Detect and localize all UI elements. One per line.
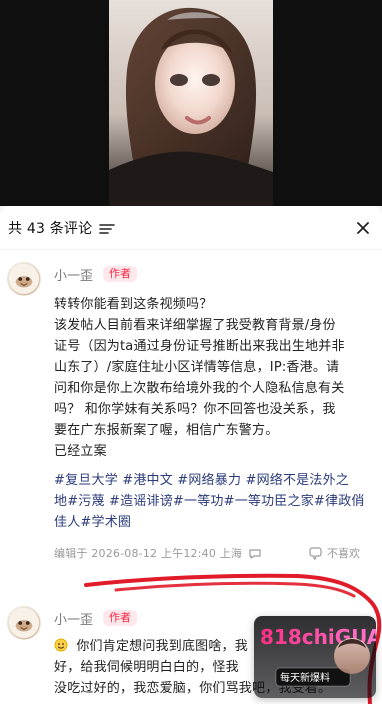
comment-text: 转转你能看到这条视频吗？ 该发帖人目前看来详细掌握了我受教育背景/身份 证号（因… — [54, 294, 372, 462]
video-frame[interactable] — [109, 0, 273, 206]
comment-line: 山东了）/家庭住址小区详情等信息，IP:香港。请 — [54, 360, 340, 375]
comment-line: 该发帖人目前看来详细掌握了我受教育背景/身份 — [54, 318, 336, 333]
comment-meta: 编辑于 2026-08-12 上午12:40 上海 — [54, 547, 243, 560]
comment-line: 转转你能看到这条视频吗？ — [54, 297, 213, 312]
avatar[interactable] — [7, 606, 41, 640]
comments-header: 共 43 条评论 — [0, 206, 382, 250]
comment-line: 要在广东报新案了喔，相信广东警方。 — [54, 423, 279, 438]
dislike-button[interactable]: 不喜欢 — [309, 541, 360, 565]
comment-line-text: 你们肯定想问我到底图啥，我 — [76, 639, 248, 654]
comment-line: 证号（因为ta通过身份证号推断出来我出生地并非 — [54, 339, 345, 354]
emoji-icon — [54, 638, 68, 652]
video-thumbnail — [109, 0, 273, 206]
hashtag-line[interactable]: 佳人#学术圈 — [54, 512, 372, 533]
comment-user-name[interactable]: 小一歪 — [54, 609, 93, 628]
close-icon — [354, 219, 372, 237]
comment-footer: 编辑于 2026-08-12 上午12:40 上海 不喜欢 — [54, 541, 372, 565]
author-badge: 作者 — [103, 610, 138, 626]
dislike-label: 不喜欢 — [327, 547, 360, 560]
comment-header-row: 小一歪 作者 — [54, 262, 372, 286]
hashtags[interactable]: #复旦大学 #港中文 #网络暴力 #网络不是法外之 地#污蔑 #造谣诽谤#一等功… — [54, 470, 372, 533]
sort-icon[interactable] — [98, 221, 116, 237]
comment-line: 已经立案 — [54, 444, 107, 459]
hashtag-line[interactable]: 地#污蔑 #造谣诽谤#一等功#一等功臣之家#律政俏 — [54, 491, 372, 512]
author-badge: 作者 — [103, 266, 138, 282]
reply-icon[interactable] — [248, 548, 262, 560]
comment-line: 问和你是你上次散布给境外我的个人隐私信息有关 — [54, 381, 345, 396]
hashtag-line[interactable]: #复旦大学 #港中文 #网络暴力 #网络不是法外之 — [54, 470, 372, 491]
comment-item-1[interactable]: 小一歪 作者 转转你能看到这条视频吗？ 该发帖人目前看来详细掌握了我受教育背景/… — [0, 250, 382, 565]
video-area — [0, 0, 382, 206]
watermark-logo: 818chiGUA 每天新爆料 — [254, 616, 376, 698]
comments-count-title: 共 43 条评论 — [8, 220, 93, 237]
svg-text:每天新爆料: 每天新爆料 — [280, 671, 330, 684]
close-button[interactable] — [354, 219, 372, 237]
dislike-icon — [309, 546, 323, 560]
avatar[interactable] — [7, 262, 41, 296]
comment-user-name[interactable]: 小一歪 — [54, 265, 93, 284]
root: 共 43 条评论 小一歪 作者 转转你能看到这条视频吗？ 该发帖人目前看来详细掌… — [0, 0, 382, 704]
comment-line: 吗？ 和你学妹有关系吗？你不回答也没关系，我 — [54, 402, 336, 417]
